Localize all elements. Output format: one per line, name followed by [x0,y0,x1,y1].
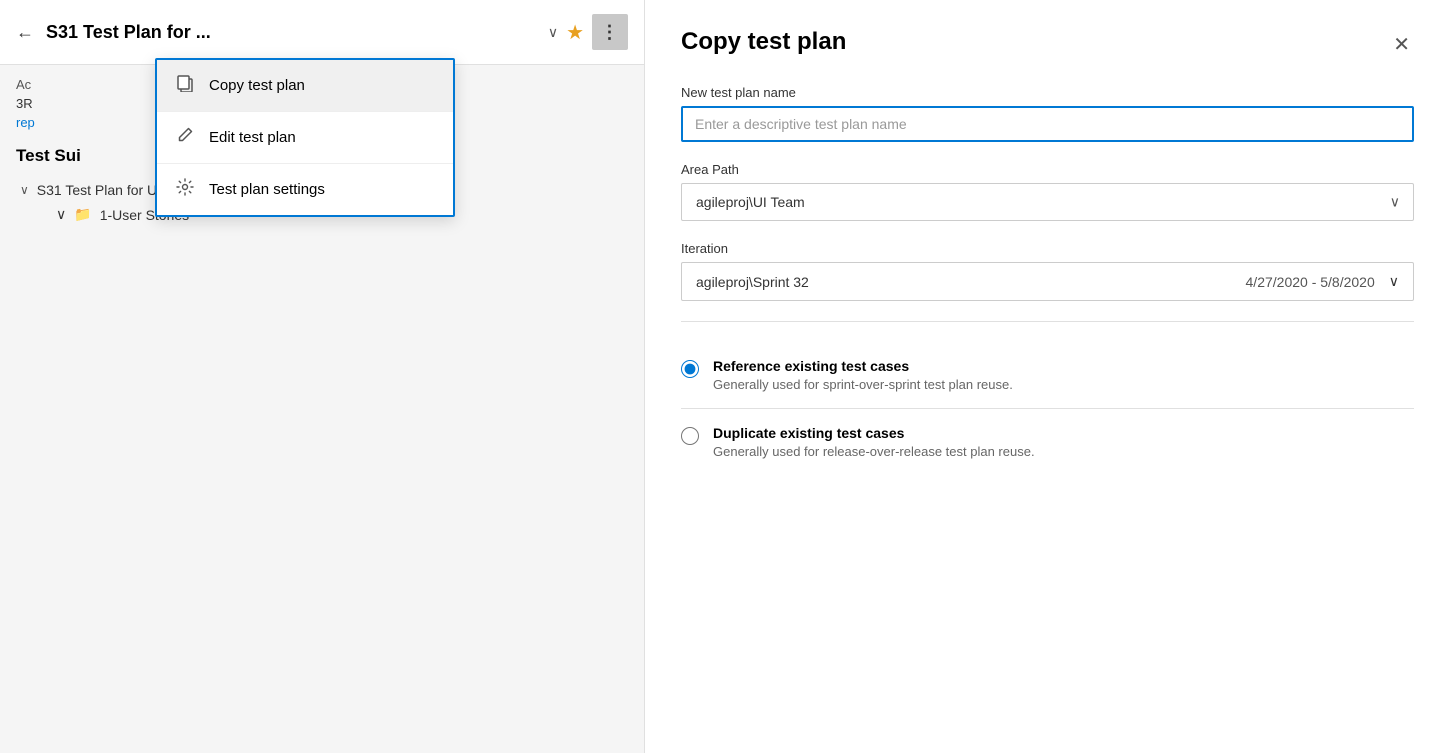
tree-child-chevron-icon: ∨ [56,206,66,223]
top-bar: ← S31 Test Plan for ... ∨ ★ ⋮ [0,0,644,65]
back-button[interactable]: ← [16,22,34,43]
tree-chevron-icon: ∨ [20,183,29,197]
radio-reference[interactable] [681,360,699,378]
menu-item-settings[interactable]: Test plan settings [157,164,453,215]
folder-icon: 📁 [74,206,91,223]
iteration-chevron-icon: ∨ [1389,273,1399,290]
iteration-right: 4/27/2020 - 5/8/2020 ∨ [1246,273,1399,290]
iteration-path: agileproj\Sprint 32 [696,274,809,290]
area-path-group: Area Path agileproj\UI Team ∨ [681,162,1414,221]
divider [681,321,1414,322]
left-panel: ← S31 Test Plan for ... ∨ ★ ⋮ Ac 3R rep … [0,0,645,753]
radio-reference-content: Reference existing test cases Generally … [713,358,1013,392]
menu-item-edit[interactable]: Edit test plan [157,112,453,164]
favorite-star-icon[interactable]: ★ [566,20,584,45]
close-button[interactable]: ✕ [1389,28,1414,61]
radio-duplicate-label: Duplicate existing test cases [713,425,1035,441]
iteration-date: 4/27/2020 - 5/8/2020 [1246,274,1375,290]
radio-group: Reference existing test cases Generally … [681,342,1414,475]
menu-settings-label: Test plan settings [209,181,325,198]
more-options-button[interactable]: ⋮ [592,14,628,50]
panel-title: Copy test plan [681,28,846,56]
iteration-select[interactable]: agileproj\Sprint 32 4/27/2020 - 5/8/2020… [681,262,1414,301]
area-path-select[interactable]: agileproj\UI Team [681,183,1414,221]
copy-icon [175,74,195,97]
iteration-group: Iteration agileproj\Sprint 32 4/27/2020 … [681,241,1414,301]
dropdown-menu: Copy test plan Edit test plan Test plan … [155,58,455,217]
radio-reference-desc: Generally used for sprint-over-sprint te… [713,377,1013,392]
gear-icon [175,178,195,201]
name-input[interactable] [681,106,1414,142]
plan-title: S31 Test Plan for ... [46,22,540,43]
area-path-select-wrapper: agileproj\UI Team ∨ [681,183,1414,221]
menu-edit-label: Edit test plan [209,129,296,146]
radio-duplicate[interactable] [681,427,699,445]
plan-chevron-icon[interactable]: ∨ [548,24,558,41]
edit-icon [175,126,195,149]
menu-item-copy[interactable]: Copy test plan [157,60,453,112]
radio-option-reference: Reference existing test cases Generally … [681,342,1414,409]
area-path-label: Area Path [681,162,1414,177]
right-panel: Copy test plan ✕ New test plan name Area… [645,0,1450,753]
panel-header: Copy test plan ✕ [681,28,1414,61]
menu-copy-label: Copy test plan [209,77,305,94]
radio-duplicate-desc: Generally used for release-over-release … [713,444,1035,459]
radio-reference-label: Reference existing test cases [713,358,1013,374]
iteration-label: Iteration [681,241,1414,256]
name-field-group: New test plan name [681,85,1414,142]
name-label: New test plan name [681,85,1414,100]
radio-duplicate-content: Duplicate existing test cases Generally … [713,425,1035,459]
radio-option-duplicate: Duplicate existing test cases Generally … [681,409,1414,475]
